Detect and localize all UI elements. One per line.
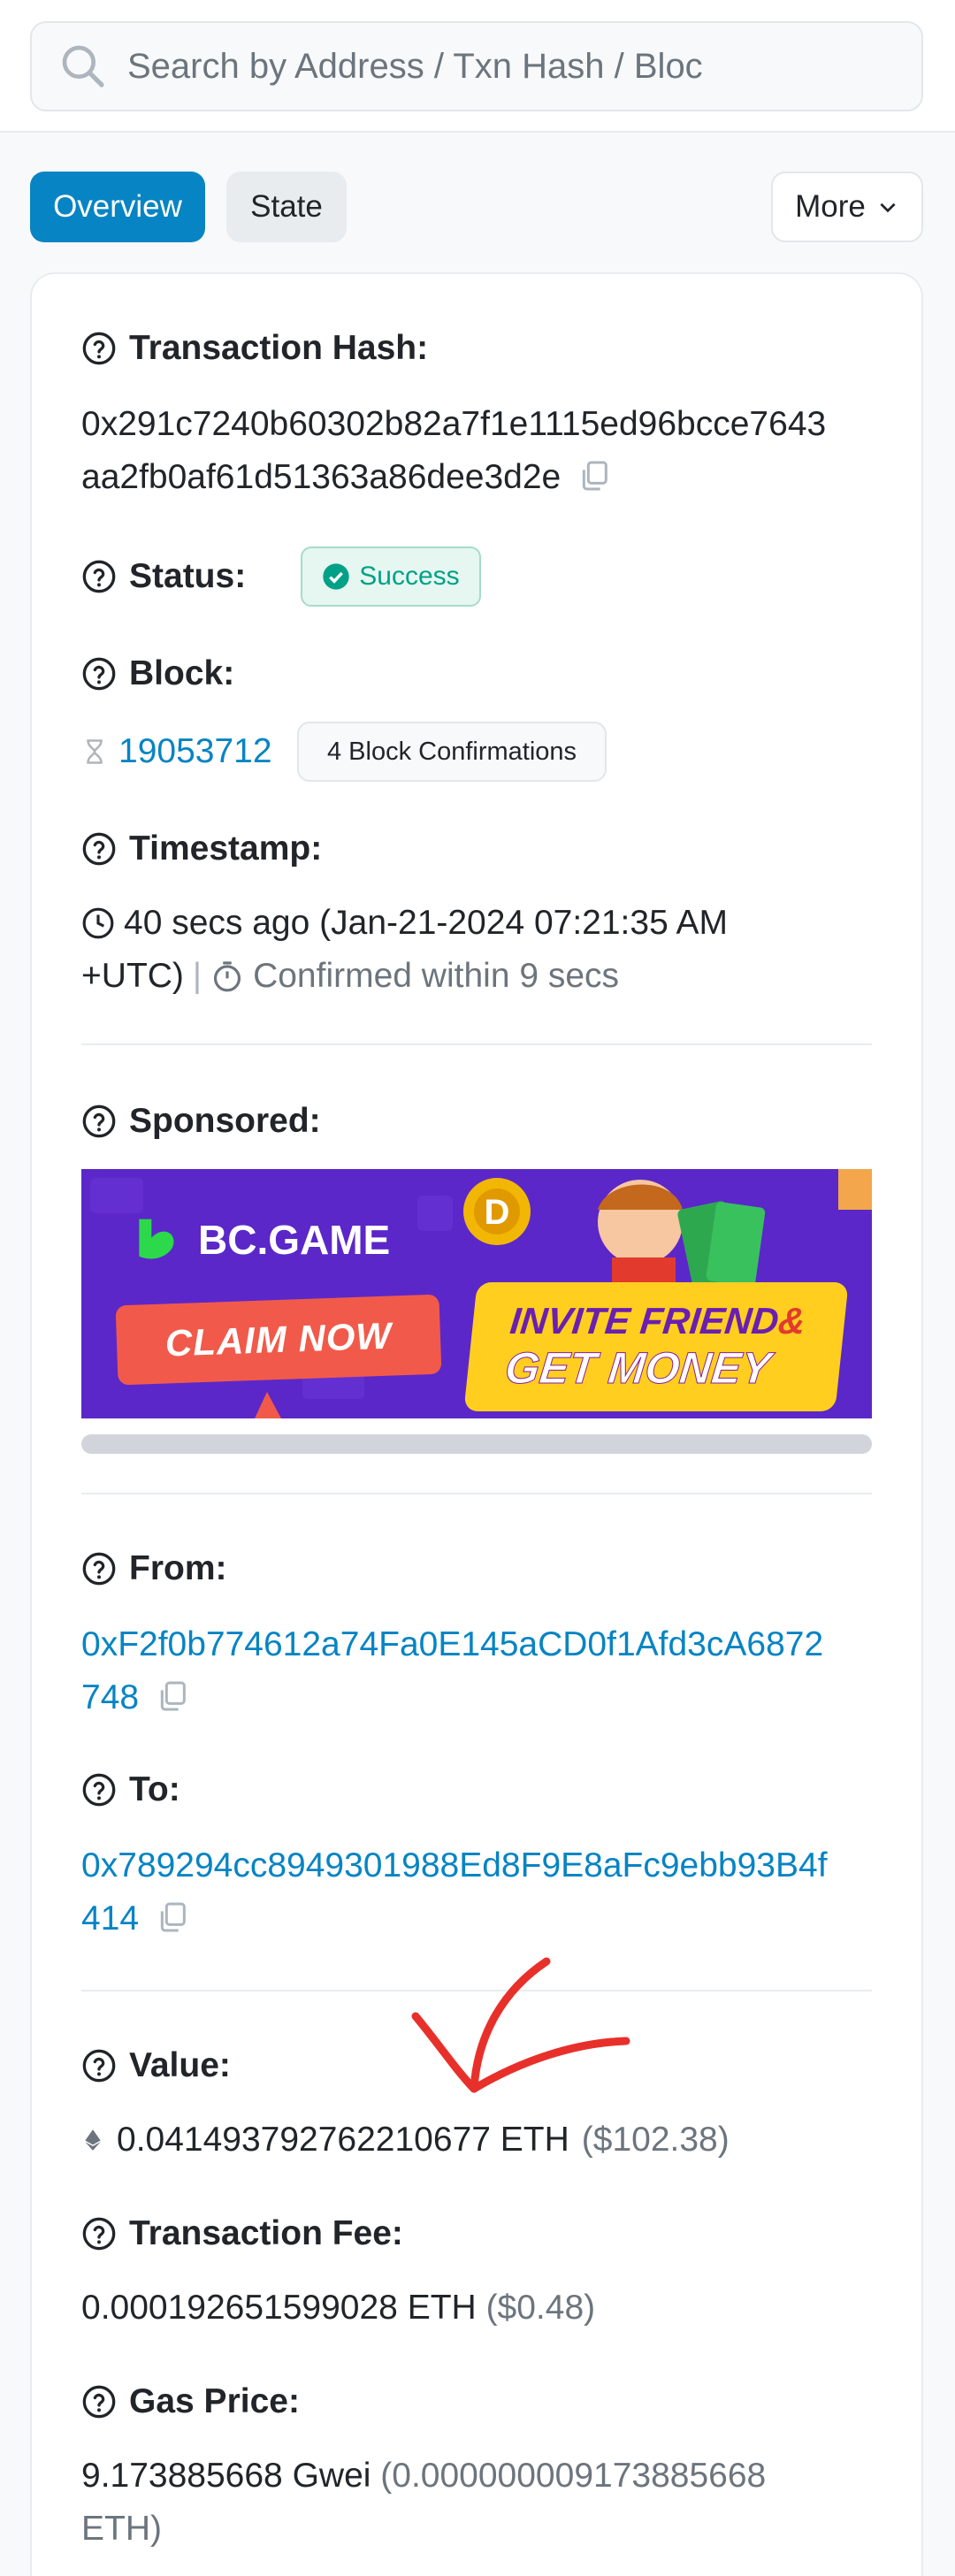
to-label: To: (129, 1770, 180, 1808)
help-icon[interactable] (81, 559, 117, 594)
tx-hash-line1: 0x291c7240b60302b82a7f1e1115ed96bcce7643 (81, 405, 827, 443)
check-circle-icon (323, 563, 349, 590)
divider (81, 1493, 872, 1494)
sponsored-banner[interactable]: D BC.GAME CLAIM NOW INVITE FRIEND& GET M… (81, 1169, 872, 1418)
more-dropdown[interactable]: More (771, 172, 923, 242)
help-icon[interactable] (81, 831, 117, 867)
to-value: 0x789294cc8949301988Ed8F9E8aFc9ebb93B4f … (81, 1839, 828, 1945)
block-confirmations-badge: 4 Block Confirmations (297, 722, 607, 782)
hourglass-icon (87, 739, 103, 764)
tx-hash-label-row: Transaction Hash: (81, 329, 428, 368)
divider (81, 1990, 872, 1991)
tab-state[interactable]: State (226, 172, 347, 242)
copy-icon[interactable] (155, 1900, 190, 1935)
tx-hash-line2: aa2fb0af61d51363a86dee3d2e (81, 458, 562, 496)
fee-label: Transaction Fee: (129, 2214, 403, 2252)
from-address-line1[interactable]: 0xF2f0b774612a74Fa0E145aCD0f1Afd3cA6872 (81, 1618, 823, 1671)
ad-scrollbar[interactable] (81, 1434, 872, 1454)
to-address-line1[interactable]: 0x789294cc8949301988Ed8F9E8aFc9ebb93B4f (81, 1839, 828, 1892)
from-label-row: From: (81, 1549, 227, 1588)
help-icon[interactable] (81, 2216, 117, 2251)
tab-bar: Overview State More (30, 172, 923, 242)
block-label-row: Block: (81, 654, 234, 693)
block-label: Block: (129, 654, 235, 692)
copy-icon[interactable] (155, 1678, 190, 1714)
from-value: 0xF2f0b774612a74Fa0E145aCD0f1Afd3cA6872 … (81, 1618, 823, 1724)
to-label-row: To: (81, 1770, 180, 1809)
gas-label: Gas Price: (129, 2382, 300, 2420)
to-address-line2[interactable]: 414 (81, 1900, 139, 1938)
help-icon[interactable] (81, 2048, 117, 2083)
timestamp-value: 40 secs ago (Jan-21-2024 07:21:35 AM +UT… (81, 897, 728, 1003)
value-label: Value: (129, 2046, 231, 2084)
ethereum-icon (85, 2129, 101, 2151)
invite-line1: INVITE FRIEND (508, 1300, 781, 1342)
gas-amount: 9.173885668 Gwei (81, 2457, 371, 2495)
help-icon[interactable] (81, 1104, 117, 1139)
status-label-row: Status: (81, 557, 246, 596)
sponsored-label: Sponsored: (129, 1102, 321, 1140)
timestamp-label-row: Timestamp: (81, 829, 322, 868)
separator: | (192, 957, 202, 995)
gas-value: 9.173885668 Gwei (0.000000009173885668 E… (81, 2450, 766, 2556)
fee-label-row: Transaction Fee: (81, 2214, 403, 2253)
search-input[interactable] (127, 46, 764, 87)
block-value: 19053712 (81, 725, 272, 778)
top-bar (0, 0, 955, 133)
divider (81, 1043, 872, 1045)
search-icon (62, 45, 104, 88)
tx-hash-value: 0x291c7240b60302b82a7f1e1115ed96bcce7643… (81, 398, 826, 504)
tx-hash-label: Transaction Hash: (129, 329, 429, 367)
invite-friend-panel: INVITE FRIEND& GET MONEY (463, 1282, 849, 1411)
gas-label-row: Gas Price: (81, 2382, 300, 2421)
fee-amount: 0.000192651599028 ETH (81, 2289, 477, 2327)
stopwatch-icon (214, 961, 241, 992)
from-address-line2[interactable]: 748 (81, 1678, 139, 1716)
chevron-down-icon (880, 203, 896, 213)
sponsored-label-row: Sponsored: (81, 1102, 321, 1141)
gas-eth-line1: (0.000000009173885668 (380, 2457, 767, 2495)
bc-game-logo-icon (139, 1219, 174, 1259)
invite-line2: GET MONEY (502, 1343, 774, 1394)
search-box[interactable] (30, 21, 923, 111)
value-label-row: Value: (81, 2046, 231, 2085)
timestamp-line1: 40 secs ago (Jan-21-2024 07:21:35 AM (124, 904, 728, 942)
help-icon[interactable] (81, 2384, 117, 2419)
help-icon[interactable] (81, 1551, 117, 1586)
timestamp-label: Timestamp: (129, 829, 323, 868)
ad-brand: BC.GAME (198, 1217, 391, 1263)
value-amount-row: 0.041493792762210677 ETH ($102.38) (81, 2114, 730, 2167)
fee-usd: ($0.48) (485, 2289, 596, 2327)
confirmed-within: Confirmed within 9 secs (253, 957, 620, 995)
tab-overview[interactable]: Overview (30, 172, 205, 242)
fee-value: 0.000192651599028 ETH ($0.48) (81, 2282, 595, 2335)
gas-eth-line2: ETH) (81, 2510, 162, 2548)
more-label: More (795, 189, 866, 224)
from-label: From: (129, 1549, 227, 1587)
help-icon[interactable] (81, 1772, 117, 1808)
status-text: Success (359, 562, 460, 591)
svg-text:D: D (485, 1193, 510, 1232)
status-badge: Success (301, 547, 481, 607)
block-number-link[interactable]: 19053712 (118, 725, 272, 778)
claim-now-button[interactable]: CLAIM NOW (115, 1294, 442, 1386)
invite-amp: & (775, 1300, 808, 1342)
help-icon[interactable] (81, 331, 117, 366)
copy-icon[interactable] (577, 458, 612, 493)
status-label: Status: (129, 557, 247, 595)
help-icon[interactable] (81, 656, 117, 692)
timestamp-line2: +UTC) (81, 957, 184, 995)
ad-logo: BC.GAME (131, 1215, 390, 1265)
value-usd: ($102.38) (581, 2121, 730, 2159)
value-amount: 0.041493792762210677 ETH (117, 2121, 569, 2159)
clock-icon (82, 907, 114, 939)
